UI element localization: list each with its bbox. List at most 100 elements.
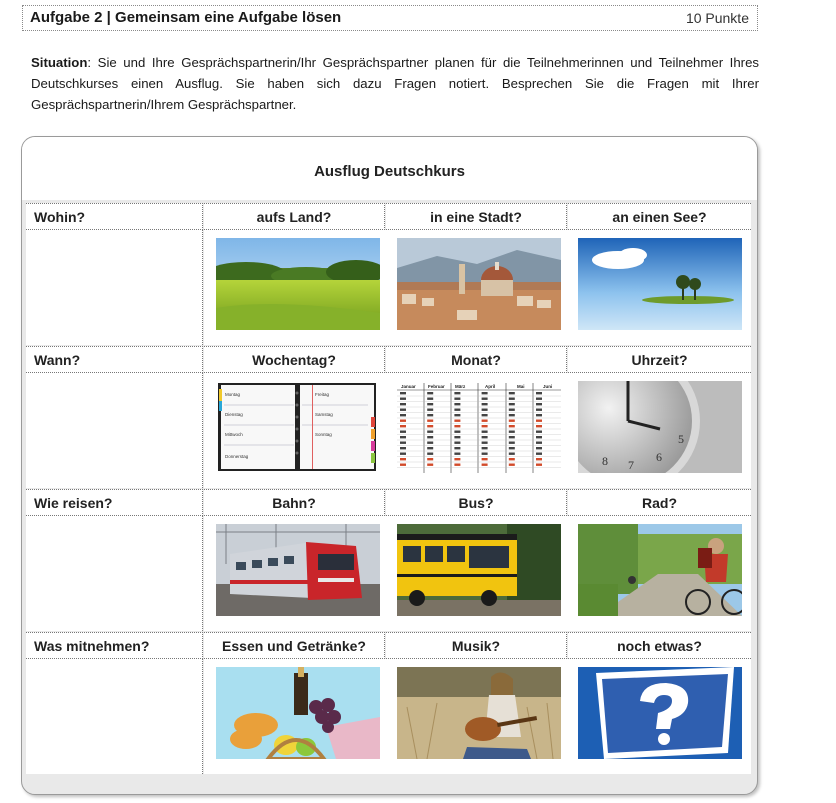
calendar-entry bbox=[536, 403, 542, 406]
option-label: Essen und Getränke? bbox=[222, 638, 366, 654]
calendar-entry bbox=[454, 447, 461, 450]
calendar-entry bbox=[508, 403, 515, 406]
lake-photo bbox=[578, 238, 742, 330]
calendar-entry bbox=[454, 463, 461, 466]
option-label: Rad? bbox=[642, 495, 677, 511]
cyclist-photo bbox=[578, 524, 742, 616]
question-sign-photo bbox=[578, 667, 742, 759]
notes-cell bbox=[26, 230, 203, 345]
calendar-entry bbox=[400, 392, 406, 395]
calendar-entry bbox=[454, 397, 461, 400]
calendar-entry bbox=[427, 408, 434, 411]
option-label: Bahn? bbox=[272, 495, 316, 511]
option-label: in eine Stadt? bbox=[430, 209, 522, 225]
row-label-cell: Wohin? bbox=[26, 203, 203, 230]
calendar-entry bbox=[454, 441, 461, 444]
calendar-entry bbox=[481, 452, 488, 455]
calendar-entry bbox=[508, 430, 515, 433]
planner-day: Freitag bbox=[315, 392, 330, 397]
calendar-entry bbox=[400, 452, 406, 455]
calendar-entry bbox=[536, 436, 542, 439]
row-wie-reisen: Wie reisen? Bahn? Bus? Rad? bbox=[26, 489, 751, 631]
calendar-entry bbox=[536, 430, 542, 433]
train-photo bbox=[216, 524, 380, 616]
calendar-entry bbox=[536, 447, 542, 450]
calendar-entry bbox=[454, 419, 461, 422]
calendar-entry bbox=[536, 392, 542, 395]
clock-numeral: 7 bbox=[628, 458, 634, 472]
planner-day: Dienstag bbox=[225, 412, 243, 417]
situation-body: : Sie und Ihre Gesprächspartnerin/Ihr Ge… bbox=[31, 55, 759, 112]
calendar-entry bbox=[400, 414, 406, 417]
calendar-entry bbox=[427, 425, 434, 428]
calendar-entry bbox=[481, 403, 488, 406]
clock-numeral: 6 bbox=[656, 450, 662, 464]
calendar-entry bbox=[400, 447, 406, 450]
calendar-entry bbox=[536, 397, 542, 400]
calendar-entry bbox=[454, 436, 461, 439]
calendar-entry bbox=[427, 403, 434, 406]
calendar-entry bbox=[427, 436, 434, 439]
calendar-entry bbox=[481, 447, 488, 450]
city-photo bbox=[397, 238, 561, 330]
calendar-entry bbox=[481, 436, 488, 439]
calendar-entry bbox=[400, 458, 406, 461]
situation-text: Situation: Sie und Ihre Gesprächspartner… bbox=[31, 52, 759, 115]
task-points: 10 Punkte bbox=[685, 10, 749, 26]
calendar-entry bbox=[400, 397, 406, 400]
option-header: an einen See? bbox=[568, 203, 751, 230]
option-label: Wochentag? bbox=[252, 352, 336, 368]
calendar-entry bbox=[508, 452, 515, 455]
calendar-entry bbox=[536, 408, 542, 411]
row-label-cell: Was mitnehmen? bbox=[26, 632, 203, 659]
option-header: Bus? bbox=[386, 489, 567, 516]
calendar-month: Juni bbox=[543, 384, 552, 389]
option-label: Uhrzeit? bbox=[631, 352, 688, 368]
option-header: noch etwas? bbox=[568, 632, 751, 659]
weekly-planner-photo: Montag Dienstag Mittwoch Donnerstag Frei… bbox=[216, 381, 380, 473]
calendar-entry bbox=[427, 441, 434, 444]
row-wohin: Wohin? aufs Land? in eine Stadt? an eine… bbox=[26, 203, 751, 345]
guitar-player-photo bbox=[397, 667, 561, 759]
calendar-entry bbox=[508, 397, 515, 400]
calendar-entry bbox=[400, 430, 406, 433]
calendar-entry bbox=[427, 447, 434, 450]
clock-numeral: 8 bbox=[602, 454, 608, 468]
row-was-mitnehmen: Was mitnehmen? Essen und Getränke? Musik… bbox=[26, 632, 751, 774]
row-label: Wie reisen? bbox=[34, 495, 113, 511]
row-wann: Wann? Wochentag? Monat? Uhrzeit? Montag bbox=[26, 346, 751, 488]
calendar-entry bbox=[481, 419, 488, 422]
calendar-entry bbox=[508, 447, 515, 450]
calendar-entry bbox=[427, 392, 434, 395]
calendar-entry bbox=[481, 425, 488, 428]
row-label: Wann? bbox=[34, 352, 81, 368]
calendar-entry bbox=[481, 397, 488, 400]
calendar-entry bbox=[508, 392, 515, 395]
countryside-photo bbox=[216, 238, 380, 330]
monthly-calendar-photo: Januar Februar März April Mai Juni bbox=[397, 381, 561, 473]
row-label: Wohin? bbox=[34, 209, 86, 225]
calendar-entry bbox=[481, 408, 488, 411]
calendar-month: Februar bbox=[428, 384, 445, 389]
excursion-panel: Ausflug Deutschkurs Wohin? aufs Land? in… bbox=[21, 136, 758, 795]
calendar-entry bbox=[454, 414, 461, 417]
calendar-entry bbox=[508, 419, 515, 422]
option-label: Bus? bbox=[458, 495, 494, 511]
calendar-entry bbox=[454, 452, 461, 455]
row-label-cell: Wie reisen? bbox=[26, 489, 203, 516]
option-header: Musik? bbox=[386, 632, 567, 659]
calendar-entry bbox=[508, 441, 515, 444]
calendar-entry bbox=[427, 463, 434, 466]
task-title: Aufgabe 2 | Gemeinsam eine Aufgabe lösen bbox=[30, 9, 342, 26]
option-header: in eine Stadt? bbox=[386, 203, 567, 230]
option-header: Wochentag? bbox=[204, 346, 385, 373]
notes-cell bbox=[26, 373, 203, 488]
clock-numeral: 5 bbox=[678, 432, 684, 446]
calendar-entry bbox=[427, 419, 434, 422]
option-header: Essen und Getränke? bbox=[204, 632, 385, 659]
calendar-month: Mai bbox=[517, 384, 525, 389]
row-label-cell: Wann? bbox=[26, 346, 203, 373]
option-label: Musik? bbox=[451, 638, 501, 654]
option-label: noch etwas? bbox=[617, 638, 702, 654]
calendar-entry bbox=[481, 430, 488, 433]
